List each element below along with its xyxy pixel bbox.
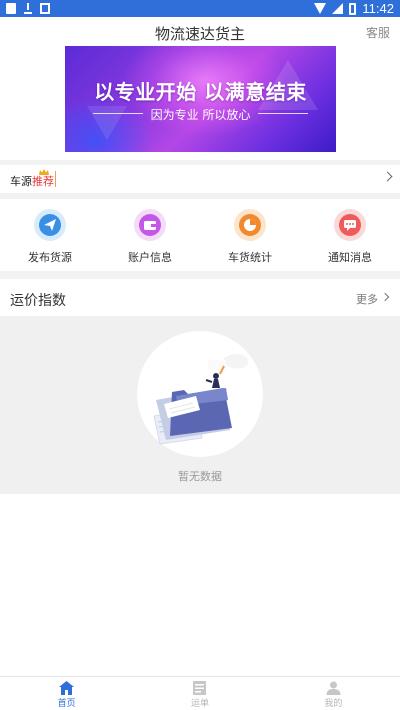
content-blank-area: [0, 494, 400, 676]
more-link[interactable]: 更多: [356, 291, 378, 307]
bottom-navigation: 首页 运单 我的: [0, 676, 400, 710]
signal-icon: [332, 3, 344, 14]
feature-grid: 发布货源 账户信息 车货统计 通知消息: [0, 199, 400, 271]
user-icon: [326, 681, 341, 695]
page-title: 物流速达货主: [154, 25, 245, 43]
tab-label: 我的: [324, 699, 343, 709]
wallet-icon: [134, 209, 166, 241]
empty-folder-illustration: [137, 331, 263, 457]
app-notification-icon: [40, 3, 50, 14]
empty-state: 暂无数据: [0, 316, 400, 494]
tab-home[interactable]: 首页: [0, 677, 133, 710]
battery-icon: [349, 2, 357, 15]
feature-publish-cargo[interactable]: 发布货源: [0, 199, 100, 271]
section-title: 运价指数: [10, 293, 66, 309]
status-bar: 11:42: [0, 0, 400, 17]
row-divider: [55, 171, 56, 187]
customer-service-button[interactable]: 客服: [366, 24, 390, 41]
chevron-right-icon[interactable]: [382, 171, 393, 182]
crown-icon: [39, 169, 49, 175]
banner-subline: 因为专业 所以放心: [150, 108, 251, 122]
wifi-icon: [314, 3, 327, 14]
pie-chart-icon: [234, 209, 266, 241]
feature-label: 车货统计: [228, 251, 272, 264]
banner-section: 以专业开始 以满意结束 因为专业 所以放心: [0, 46, 400, 160]
vehicle-source-row[interactable]: 车源推荐: [0, 165, 400, 193]
tab-label: 首页: [57, 699, 76, 709]
chevron-right-icon[interactable]: [380, 292, 390, 302]
empty-state-text: 暂无数据: [178, 470, 222, 483]
feature-account-info[interactable]: 账户信息: [100, 199, 200, 271]
feature-cargo-stats[interactable]: 车货统计: [200, 199, 300, 271]
promo-banner[interactable]: 以专业开始 以满意结束 因为专业 所以放心: [65, 46, 336, 152]
home-icon: [59, 681, 74, 695]
message-icon: [334, 209, 366, 241]
feature-notifications[interactable]: 通知消息: [300, 199, 400, 271]
vehicle-source-label: 车源推荐: [10, 173, 54, 189]
tab-label: 运单: [190, 699, 209, 709]
banner-headline: 以专业开始 以满意结束: [94, 80, 307, 104]
feature-label: 发布货源: [28, 251, 72, 264]
tab-waybill[interactable]: 运单: [133, 677, 266, 710]
waybill-icon: [193, 681, 207, 695]
recommend-badge-text: 推荐: [32, 175, 54, 188]
download-icon: [23, 3, 33, 14]
feature-label: 通知消息: [328, 251, 372, 264]
paper-plane-icon: [34, 209, 66, 241]
feature-label: 账户信息: [128, 251, 172, 264]
notification-icon: [6, 3, 16, 14]
freight-index-header: 运价指数 更多: [0, 279, 400, 316]
tab-mine[interactable]: 我的: [267, 677, 400, 710]
vehicle-source-text: 车源: [10, 175, 32, 188]
status-time: 11:42: [362, 1, 394, 16]
banner-divider-right: [258, 113, 308, 114]
app-header: 物流速达货主 客服: [0, 17, 400, 46]
